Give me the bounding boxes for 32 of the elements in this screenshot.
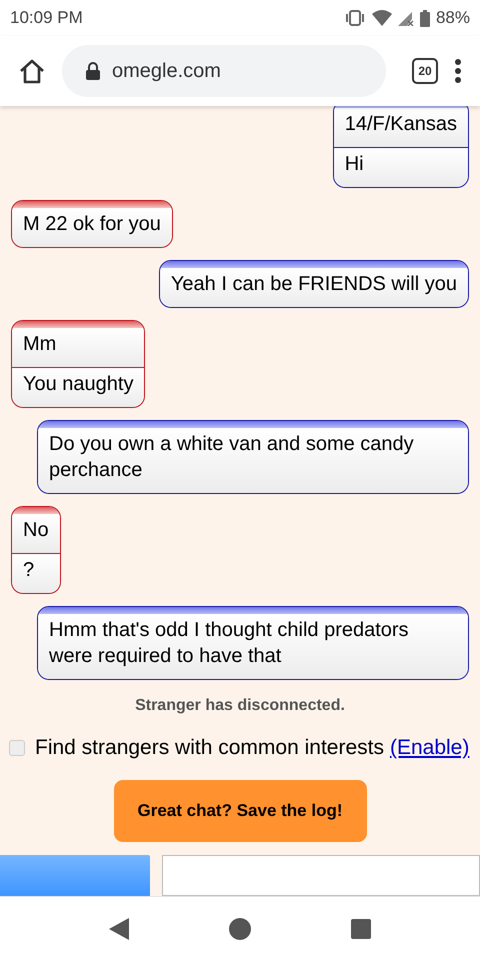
interests-checkbox[interactable] bbox=[9, 740, 25, 756]
message-text: 14/F/Kansas bbox=[344, 113, 457, 135]
message-text: You naughty bbox=[23, 373, 134, 395]
message-text: No bbox=[23, 519, 49, 541]
home-circle-icon[interactable] bbox=[229, 918, 251, 940]
bubble-header-stripe bbox=[12, 507, 60, 514]
battery-percent: 88% bbox=[436, 7, 470, 30]
back-icon[interactable] bbox=[109, 918, 129, 940]
battery-icon bbox=[420, 10, 430, 26]
status-time: 10:09 PM bbox=[10, 7, 83, 30]
interests-label: Find strangers with common interests bbox=[35, 735, 384, 761]
lock-icon bbox=[86, 62, 100, 80]
message-text: Do you own a white van and some candy perchance bbox=[49, 433, 414, 481]
save-log-button[interactable]: Great chat? Save the log! bbox=[114, 780, 366, 842]
message-text: Yeah I can be FRIENDS will you bbox=[170, 273, 457, 295]
vibrate-icon bbox=[344, 10, 366, 26]
address-bar[interactable]: omegle.com bbox=[62, 45, 386, 97]
wifi-icon bbox=[372, 10, 392, 26]
recents-icon[interactable] bbox=[351, 918, 371, 938]
message-text: Mm bbox=[23, 333, 56, 355]
home-icon[interactable] bbox=[18, 58, 46, 84]
url-text: omegle.com bbox=[112, 59, 221, 84]
message-text: Hmm that's odd I thought child predators were required to have that bbox=[49, 619, 409, 667]
message-input[interactable] bbox=[162, 854, 480, 896]
tab-count[interactable]: 20 bbox=[412, 58, 438, 84]
enable-link[interactable]: (Enable) bbox=[390, 732, 470, 764]
menu-icon[interactable] bbox=[454, 58, 462, 84]
message-text: M 22 ok for you bbox=[23, 213, 161, 235]
message-text: ? bbox=[23, 559, 34, 581]
signal-icon bbox=[398, 10, 414, 26]
status-message: Stranger has disconnected. bbox=[135, 696, 345, 716]
message-text: Hi bbox=[344, 153, 364, 175]
